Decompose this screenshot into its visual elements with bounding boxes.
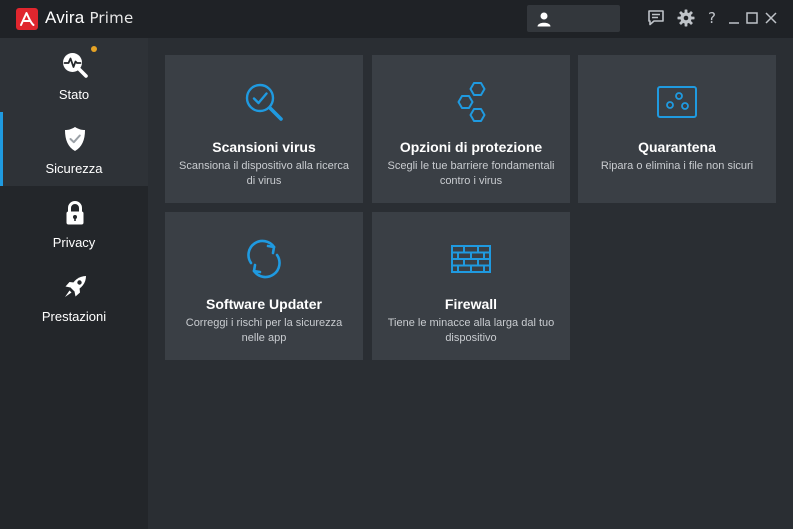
gear-icon[interactable] [677, 9, 695, 27]
card-title: Quarantena [638, 139, 716, 155]
card-title: Software Updater [206, 296, 322, 312]
card-title: Scansioni virus [212, 139, 316, 155]
card-description: Ripara o elimina i file non sicuri [600, 160, 754, 172]
app-title: Avira Prime [45, 8, 133, 28]
help-button[interactable]: ? [708, 9, 716, 27]
card-title: Opzioni di protezione [399, 139, 543, 155]
app-edition: Prime [89, 9, 134, 27]
sidebar-item-label: Sicurezza [45, 161, 103, 176]
sidebar: Stato Sicurezza Privacy Prestazioni [0, 38, 148, 529]
sidebar-item-stato[interactable]: Stato [0, 38, 148, 112]
sidebar-item-sicurezza[interactable]: Sicurezza [0, 112, 148, 186]
close-icon[interactable] [762, 9, 780, 27]
rocket-icon [60, 272, 90, 302]
refresh-arrows-icon [243, 238, 285, 280]
sidebar-item-label: Prestazioni [41, 309, 107, 324]
quarantine-box-icon [656, 81, 698, 123]
card-description: Scansiona il dispositivo alla ricerca di… [179, 160, 349, 187]
card-title: Firewall [444, 296, 498, 312]
card-quarantena[interactable]: Quarantena Ripara o elimina i file non s… [578, 55, 776, 203]
maximize-icon[interactable] [743, 9, 761, 27]
sidebar-item-prestazioni[interactable]: Prestazioni [0, 260, 148, 334]
card-opzioni-di-protezione[interactable]: Opzioni di protezione Scegli le tue barr… [372, 55, 570, 203]
sidebar-item-label: Stato [58, 87, 90, 102]
card-firewall[interactable]: Firewall Tiene le minacce alla larga dal… [372, 212, 570, 360]
shield-icon [60, 124, 90, 154]
lock-icon [60, 198, 90, 228]
card-software-updater[interactable]: Software Updater Correggi i rischi per l… [165, 212, 363, 360]
title-bar: Avira Prime ? [0, 0, 793, 38]
sidebar-item-label: Privacy [52, 235, 96, 250]
card-description: Scegli le tue barriere fondamentali cont… [387, 160, 555, 187]
app-brand: Avira [45, 8, 85, 27]
magnifier-check-icon [243, 81, 285, 123]
brick-wall-icon [450, 238, 492, 280]
hexagons-icon [450, 81, 492, 123]
card-description: Correggi i rischi per la sicurezza nelle… [185, 317, 343, 344]
user-icon [537, 12, 551, 27]
account-button[interactable] [527, 5, 620, 32]
avira-logo-icon [16, 8, 38, 30]
notification-dot [91, 46, 97, 52]
activity-scan-icon [60, 50, 90, 80]
card-description: Tiene le minacce alla larga dal tuo disp… [387, 317, 555, 344]
minimize-icon[interactable] [725, 9, 743, 27]
card-scansioni-virus[interactable]: Scansioni virus Scansiona il dispositivo… [165, 55, 363, 203]
feedback-icon[interactable] [647, 9, 665, 27]
sidebar-item-privacy[interactable]: Privacy [0, 186, 148, 260]
